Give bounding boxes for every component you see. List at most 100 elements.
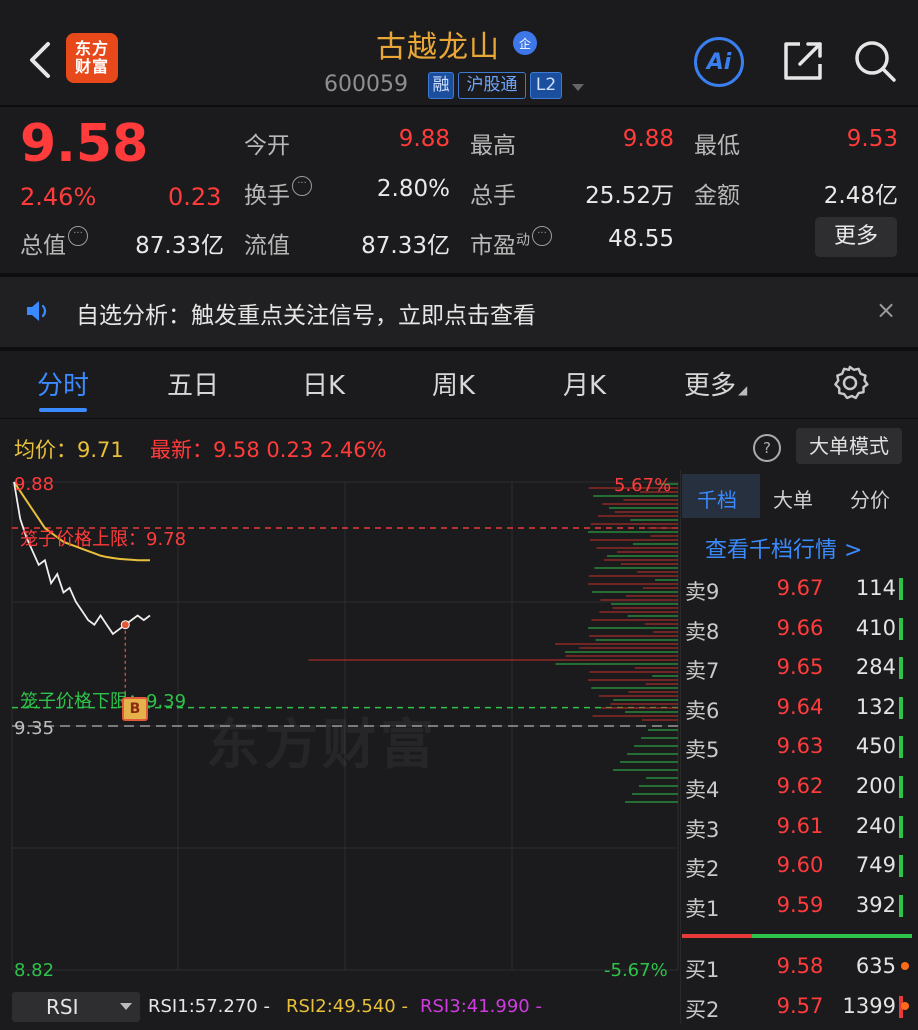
pe-label: 市盈 [470,233,516,259]
ask-level: 卖2 [685,857,720,882]
ai-assistant-button[interactable]: Ai [694,37,744,87]
volume-bar [899,736,903,759]
ask-level: 卖3 [685,817,720,842]
ask-level: 卖9 [685,580,720,604]
rsi2-value: RSI2:49.540 - [286,996,408,1017]
tag-level2: L2 [530,72,562,99]
bid-level: 买1 [685,958,720,982]
tab-monthly-k[interactable]: 月K [563,365,606,402]
tab-daily-k[interactable]: 日K [302,365,345,402]
high-value: 9.88 [622,126,674,152]
bid-level: 买2 [685,998,720,1022]
big-order-mode-button[interactable]: 大单模式 [796,428,902,464]
tab-more[interactable]: 更多 ◢ [684,365,747,402]
info-icon[interactable]: ··· [292,176,312,196]
ask-row[interactable]: 卖9 9.67 114 [682,576,914,612]
gear-icon[interactable] [831,364,869,402]
tab-intraday[interactable]: 分时 [37,365,89,402]
tag-margin: 融 [428,72,454,99]
volume-bar [899,657,903,680]
tab-five-day[interactable]: 五日 [167,365,219,402]
volume-bar [899,815,903,838]
change-amount: 0.23 [168,183,222,211]
price-line [13,481,151,636]
tab-thousand-level[interactable]: 千档 [697,484,737,513]
stock-code: 600059 [324,72,408,97]
info-icon[interactable]: ··· [68,226,88,246]
ask-volume: 132 [855,694,896,719]
ask-row[interactable]: 卖2 9.60 749 [682,853,914,889]
divider [0,347,918,351]
tab-weekly-k[interactable]: 周K [432,365,475,402]
pe-superscript: 动 [516,232,530,249]
chevron-down-icon [120,1003,132,1010]
ask-volume: 450 [855,734,896,759]
float-cap-value: 87.33亿 [361,233,450,259]
ask-price: 9.63 [776,734,824,759]
notice-text[interactable]: 自选分析：触发重点关注信号，立即点击查看 [76,296,536,330]
prev-close-label: 9.35 [14,718,55,739]
view-thousand-level-link[interactable]: 查看千档行情 > [705,532,862,564]
ask-price: 9.61 [776,813,824,838]
back-arrow-icon[interactable] [26,40,56,80]
logo-text-line2: 财富 [74,57,109,76]
indicator-selector-label: RSI [46,995,79,1019]
y-axis-bottom-price: 8.82 [14,960,55,981]
latest-price-label: 最新：9.58 0.23 2.46% [150,438,387,462]
logo-text-line1: 东方 [74,39,109,58]
enterprise-badge: 企 [513,31,537,55]
ask-price: 9.66 [776,615,824,640]
bid-row[interactable]: 买1 9.58 635 [682,954,914,990]
average-price-label: 均价：9.71 [14,438,124,462]
amount-value: 2.48亿 [823,183,898,209]
low-value: 9.53 [846,126,898,152]
upper-limit-label: 笼子价格上限：9.78 [20,529,187,550]
ask-volume: 284 [855,655,896,680]
divider [0,418,918,419]
volume-bar [899,696,903,719]
ask-row[interactable]: 卖4 9.62 200 [682,774,914,810]
lower-limit-label: 笼子价格下限：9.39 [20,691,187,712]
watermark: 东方财富 [206,713,438,776]
indicator-selector[interactable]: RSI [12,992,140,1022]
chevron-down-icon[interactable] [572,84,584,91]
ask-price: 9.62 [776,774,824,798]
float-cap-label: 流值 [244,233,290,259]
help-icon[interactable]: ? [753,434,781,462]
tab-big-orders[interactable]: 大单 [773,484,813,513]
ask-level: 卖1 [685,896,720,921]
turnover-label: 换手 [244,183,290,209]
market-cap-label-wrap: 总值 ··· [20,226,88,260]
pe-label-wrap: 市盈动 ··· [470,226,552,260]
ask-volume: 410 [855,615,896,640]
tab-price-distribution[interactable]: 分价 [850,484,890,513]
close-icon[interactable]: × [876,296,896,324]
share-icon[interactable] [780,38,826,84]
info-icon[interactable]: ··· [532,226,552,246]
more-quote-button[interactable]: 更多 [815,217,897,257]
rsi1-value: RSI1:57.270 - [148,996,270,1017]
open-label: 今开 [244,133,290,159]
ask-volume: 749 [855,853,896,878]
order-book-split-green [752,934,912,938]
ask-row[interactable]: 卖6 9.64 132 [682,695,914,731]
ask-row[interactable]: 卖5 9.63 450 [682,734,914,770]
volume-label: 总手 [470,183,516,209]
volume-bar [899,894,903,917]
open-value: 9.88 [398,126,450,152]
tag-shanghai-connect: 沪股通 [458,72,526,99]
high-label: 最高 [470,133,516,159]
bid-row[interactable]: 买2 9.57 1399 [682,994,914,1030]
ask-row[interactable]: 卖8 9.66 410 [682,616,914,652]
ask-row[interactable]: 卖3 9.61 240 [682,814,914,850]
turnover-value: 2.80% [376,176,450,202]
buy-signal-marker[interactable]: B [122,697,148,721]
corner-triangle-icon: ◢ [738,383,748,397]
ask-row[interactable]: 卖1 9.59 392 [682,893,914,929]
bid-price: 9.58 [776,954,824,978]
search-icon[interactable] [852,38,898,84]
bid-volume: 635 [855,954,896,978]
bid-price: 9.57 [776,994,824,1018]
ask-row[interactable]: 卖7 9.65 284 [682,655,914,691]
ask-price: 9.59 [776,892,824,917]
